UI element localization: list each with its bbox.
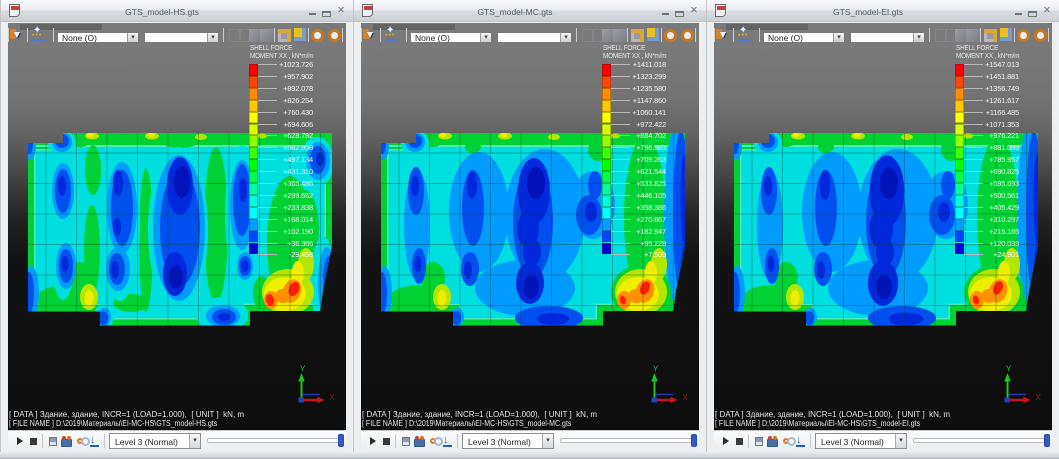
svg-text:Y: Y [653,365,659,374]
svg-text:Y: Y [300,365,306,374]
svg-text:X: X [330,393,336,402]
svg-text:Y: Y [1006,365,1012,374]
svg-text:X: X [683,393,689,402]
svg-text:X: X [1036,393,1042,402]
